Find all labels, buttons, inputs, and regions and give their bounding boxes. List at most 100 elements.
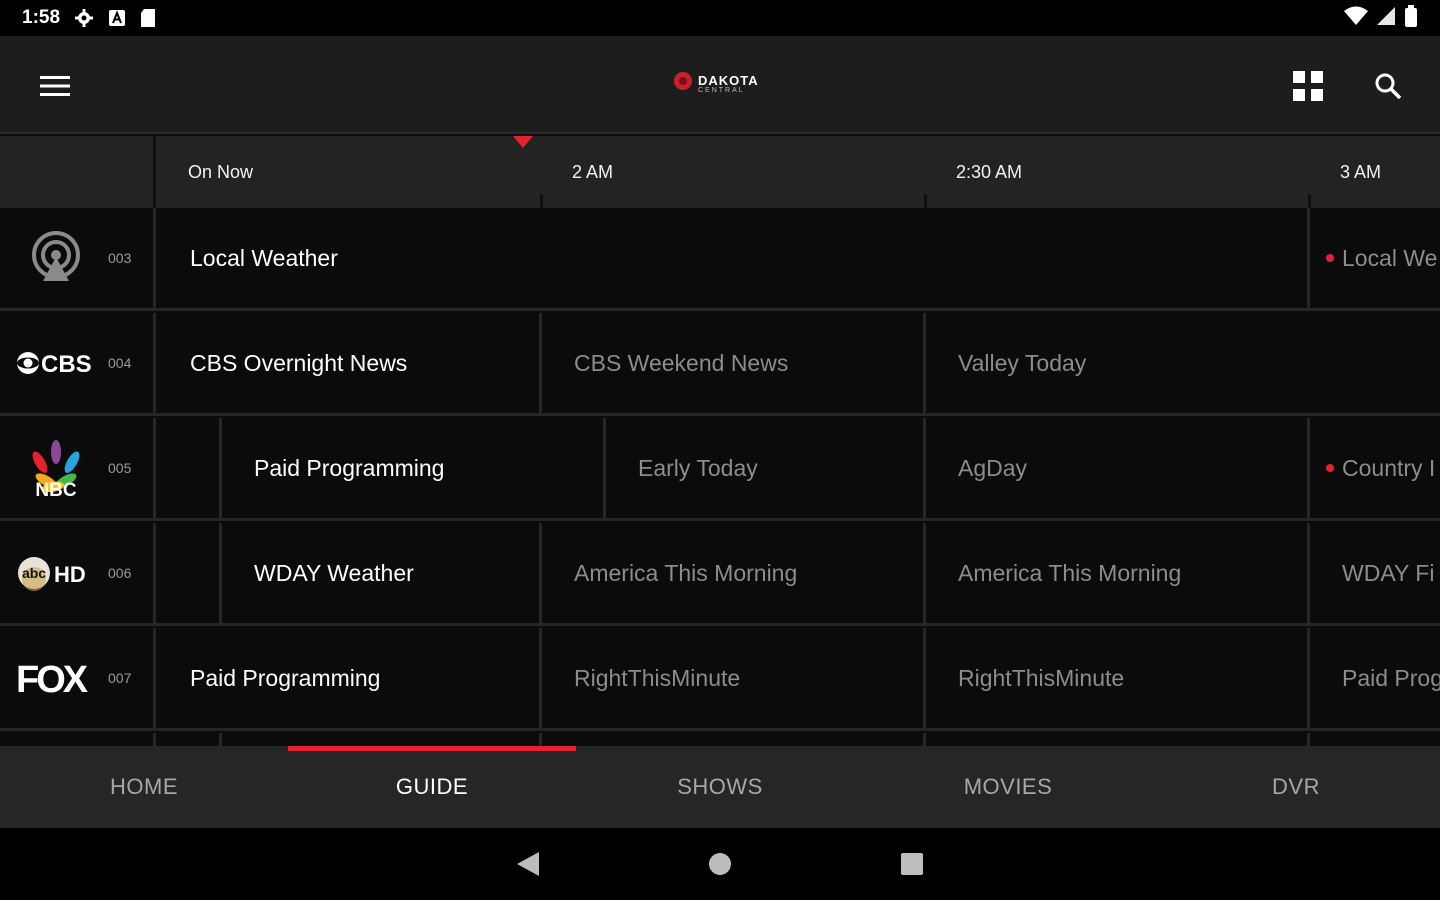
program-cell[interactable]: RightThisMinute bbox=[926, 628, 1310, 728]
tab-home[interactable]: HOME bbox=[0, 746, 288, 828]
time-slot-2am: 2 AM bbox=[542, 136, 926, 208]
program-cell[interactable]: CBS Overnight News bbox=[158, 313, 542, 413]
program-title: CBS Overnight News bbox=[190, 349, 408, 376]
program-title: Country I bbox=[1342, 454, 1436, 481]
channel-row: CBS 004 CBS Overnight News CBS Weekend N… bbox=[0, 313, 1440, 416]
svg-text:NBC: NBC bbox=[35, 480, 76, 498]
status-time: 1:58 bbox=[22, 7, 61, 28]
channel-cell[interactable]: NBC 005 bbox=[0, 418, 156, 518]
battery-icon bbox=[1404, 4, 1418, 32]
program-cell[interactable]: Paid Programming bbox=[158, 628, 542, 728]
time-slot-3am: 3 AM bbox=[1310, 136, 1440, 208]
program-title: WDAY Fi bbox=[1342, 559, 1435, 586]
time-slot-label: 3 AM bbox=[1340, 161, 1382, 182]
program-cell[interactable]: Paid Programming bbox=[222, 418, 606, 518]
program-title: Local Weather bbox=[190, 244, 338, 271]
fox-logo-icon: FOX bbox=[16, 648, 96, 708]
channel-row: abc HD 006 WDAY Weather America This Morn… bbox=[0, 523, 1440, 626]
program-title: Early Today bbox=[638, 454, 758, 481]
program-cell[interactable] bbox=[158, 418, 222, 518]
abc-hd-text: HD bbox=[54, 562, 86, 587]
svg-text:CBS: CBS bbox=[41, 351, 92, 378]
program-cell[interactable]: America This Morning bbox=[542, 523, 926, 623]
time-slot-label: 2:30 AM bbox=[956, 161, 1023, 182]
program-title: RightThisMinute bbox=[574, 664, 741, 691]
guide-grid[interactable]: 003 Local Weather Local We CBS 004 CBS O… bbox=[0, 208, 1440, 746]
program-cell[interactable]: RightThisMinute bbox=[542, 628, 926, 728]
channel-cell[interactable]: FOX 007 bbox=[0, 628, 156, 728]
program-cell[interactable] bbox=[926, 733, 1310, 746]
hamburger-menu-icon[interactable] bbox=[30, 68, 80, 104]
program-cell[interactable]: AgDay bbox=[926, 418, 1310, 518]
tab-guide[interactable]: GUIDE bbox=[288, 746, 576, 828]
program-title: Paid Programming bbox=[190, 664, 381, 691]
recording-dot-icon bbox=[1326, 464, 1334, 472]
program-cell[interactable] bbox=[158, 733, 222, 746]
program-cell[interactable]: Country I bbox=[1310, 418, 1440, 518]
channel-cell[interactable]: abc HD 006 bbox=[0, 523, 156, 623]
status-bar: 1:58 bbox=[0, 0, 1440, 36]
program-title: Local We bbox=[1342, 244, 1438, 271]
time-slot-230am: 2:30 AM bbox=[926, 136, 1310, 208]
logo-mark-icon bbox=[672, 70, 694, 97]
channel-cell[interactable]: CBS 004 bbox=[0, 313, 156, 413]
channel-number: 005 bbox=[108, 460, 132, 476]
channel-row bbox=[0, 733, 1440, 746]
svg-text:abc: abc bbox=[22, 565, 46, 581]
fox-logo-text: FOX bbox=[16, 659, 89, 698]
system-nav-bar bbox=[0, 828, 1440, 900]
program-cell[interactable]: Local We bbox=[1310, 208, 1440, 308]
recording-dot-icon bbox=[1326, 254, 1334, 262]
program-cell[interactable]: CBS Weekend News bbox=[542, 313, 926, 413]
channel-cell[interactable]: 003 bbox=[0, 208, 156, 308]
tab-label: GUIDE bbox=[395, 774, 469, 799]
gear-icon bbox=[74, 8, 94, 28]
program-cell[interactable]: Local Weather bbox=[158, 208, 1310, 308]
grid-view-icon[interactable] bbox=[1286, 64, 1330, 108]
back-triangle-icon[interactable] bbox=[508, 846, 548, 882]
program-title: Paid Prog bbox=[1342, 664, 1440, 691]
channel-column-header bbox=[0, 136, 156, 208]
logo-main-text: DAKOTA bbox=[698, 72, 759, 88]
program-title: AgDay bbox=[958, 454, 1028, 481]
abc-hd-logo-icon: abc HD bbox=[16, 543, 96, 603]
home-circle-icon[interactable] bbox=[700, 846, 740, 882]
nbc-peacock-icon: NBC bbox=[16, 438, 96, 498]
program-title: CBS Weekend News bbox=[574, 349, 789, 376]
signal-icon bbox=[1376, 6, 1396, 31]
tab-shows[interactable]: SHOWS bbox=[576, 746, 864, 828]
program-cell[interactable]: America This Morning bbox=[926, 523, 1310, 623]
search-icon[interactable] bbox=[1366, 64, 1410, 108]
channel-row: NBC 005 Paid Programming Early Today AgD… bbox=[0, 418, 1440, 521]
program-cell[interactable]: Early Today bbox=[606, 418, 926, 518]
program-title: America This Morning bbox=[574, 559, 798, 586]
a-box-icon bbox=[108, 9, 126, 27]
program-cell[interactable] bbox=[542, 733, 926, 746]
program-title: Valley Today bbox=[958, 349, 1087, 376]
cbs-logo-icon: CBS bbox=[16, 333, 96, 393]
dakota-central-logo: DAKOTA CENTRAL bbox=[672, 70, 759, 97]
current-time-marker bbox=[513, 136, 533, 148]
logo-sub-text: CENTRAL bbox=[698, 86, 745, 94]
program-cell[interactable] bbox=[222, 733, 542, 746]
program-cell[interactable]: WDAY Fi bbox=[1310, 523, 1440, 623]
tab-dvr[interactable]: DVR bbox=[1152, 746, 1440, 828]
recents-square-icon[interactable] bbox=[892, 846, 932, 882]
channel-row: 003 Local Weather Local We bbox=[0, 208, 1440, 311]
channel-row: FOX 007 Paid Programming RightThisMinute… bbox=[0, 628, 1440, 731]
tab-movies[interactable]: MOVIES bbox=[864, 746, 1152, 828]
channel-number: 003 bbox=[108, 250, 132, 266]
program-title: Paid Programming bbox=[254, 454, 445, 481]
app-bar: DAKOTA CENTRAL bbox=[0, 36, 1440, 134]
channel-cell[interactable] bbox=[0, 733, 156, 746]
sd-card-icon bbox=[140, 8, 156, 28]
program-cell[interactable] bbox=[158, 523, 222, 623]
channel-number: 004 bbox=[108, 355, 132, 371]
program-cell[interactable]: WDAY Weather bbox=[222, 523, 542, 623]
bottom-nav: HOME GUIDE SHOWS MOVIES DVR bbox=[0, 746, 1440, 828]
time-slot-label: On Now bbox=[188, 161, 254, 182]
channel-number: 007 bbox=[108, 670, 132, 686]
program-cell[interactable]: Paid Prog bbox=[1310, 628, 1440, 728]
channel-number: 006 bbox=[108, 565, 132, 581]
program-cell[interactable]: Valley Today bbox=[926, 313, 1440, 413]
